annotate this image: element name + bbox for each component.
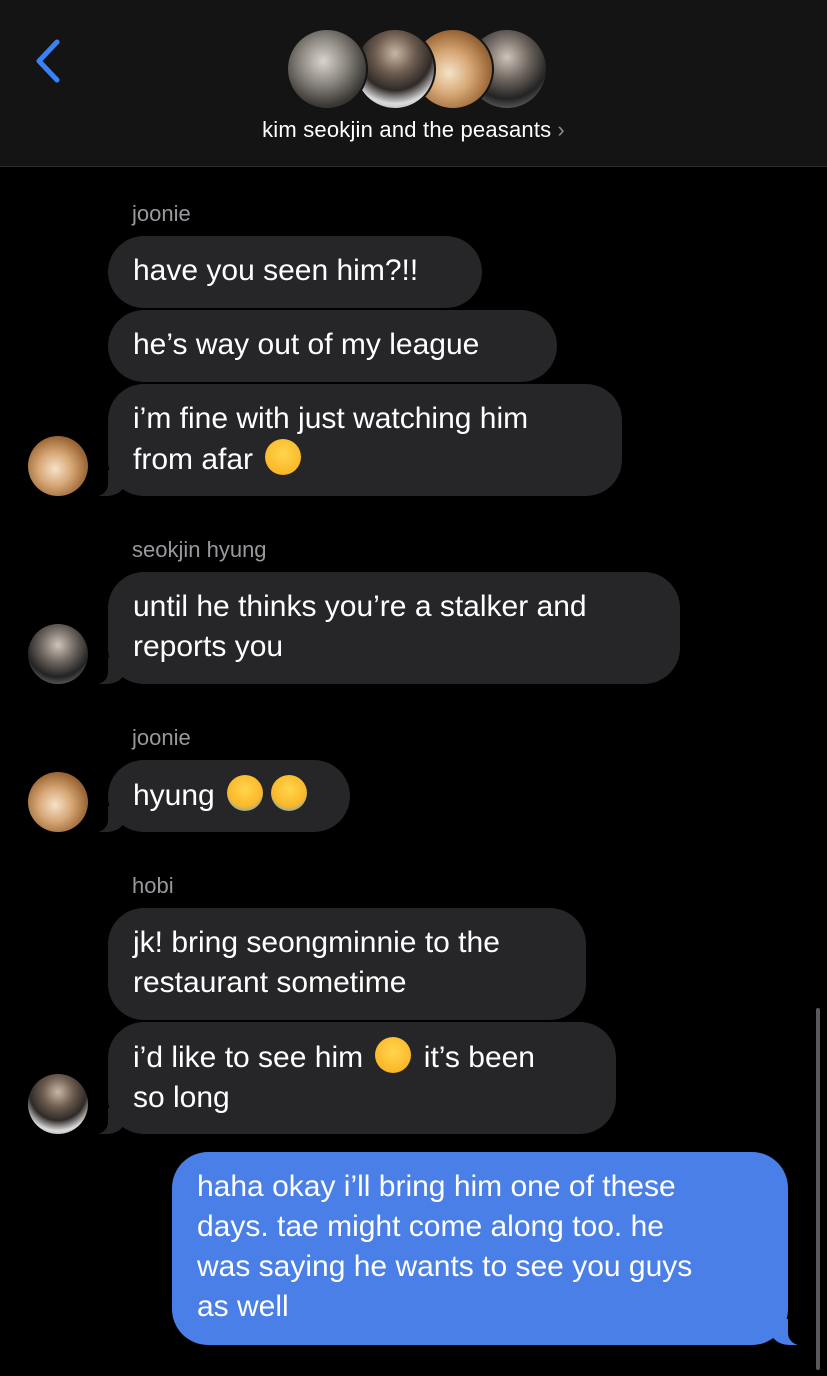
chevron-right-icon: › bbox=[557, 117, 565, 142]
message-text: he’s way out of my league bbox=[133, 328, 480, 361]
sender-name: seokjin hyung bbox=[132, 537, 267, 562]
message-text: was saying he wants to see you guys bbox=[197, 1250, 693, 1283]
message-bubble[interactable]: have you seen him?!! bbox=[108, 236, 482, 308]
scrollbar[interactable] bbox=[816, 1008, 820, 1370]
message-text: jk! bring seongminnie to the bbox=[133, 926, 500, 959]
message-text: as well bbox=[197, 1290, 289, 1323]
group-name-label: kim seokjin and the peasants bbox=[262, 117, 552, 142]
message-text: it’s been bbox=[423, 1041, 535, 1074]
message-text: have you seen him?!! bbox=[133, 254, 419, 287]
message-text: days. tae might come along too. he bbox=[197, 1210, 664, 1243]
message-text: so long bbox=[133, 1081, 230, 1114]
message-text: restaurant sometime bbox=[133, 966, 407, 999]
message-bubble[interactable]: until he thinks you’re a stalker and rep… bbox=[86, 572, 680, 684]
message-text: until he thinks you’re a stalker and bbox=[133, 590, 587, 623]
message-text: hyung bbox=[133, 779, 215, 812]
message-bubble[interactable]: i’m fine with just watching him from afa… bbox=[86, 384, 622, 496]
avatar[interactable] bbox=[28, 1074, 88, 1134]
loudly-crying-emoji-icon bbox=[271, 775, 308, 811]
message-text: haha okay i’ll bring him one of these bbox=[197, 1170, 676, 1203]
sender-name: joonie bbox=[132, 725, 191, 750]
group-avatars[interactable] bbox=[0, 28, 827, 110]
face-holding-back-tears-emoji-icon bbox=[375, 1037, 412, 1073]
avatar[interactable] bbox=[28, 436, 88, 496]
sender-name: joonie bbox=[132, 201, 191, 226]
message-text: reports you bbox=[133, 630, 284, 663]
steam-from-nose-emoji-icon bbox=[265, 439, 302, 475]
message-bubble[interactable]: hyung bbox=[86, 760, 350, 832]
message-bubble[interactable]: he’s way out of my league bbox=[108, 310, 557, 382]
avatar[interactable] bbox=[28, 624, 88, 684]
sender-name: hobi bbox=[132, 873, 174, 898]
avatar[interactable] bbox=[28, 772, 88, 832]
message-text: i’d like to see him bbox=[133, 1041, 364, 1074]
group-name[interactable]: kim seokjin and the peasants › bbox=[0, 117, 827, 143]
message-text: i’m fine with just watching him bbox=[133, 402, 529, 435]
conversation-header: kim seokjin and the peasants › bbox=[0, 0, 827, 167]
avatar bbox=[286, 28, 368, 110]
message-text: from afar bbox=[133, 443, 254, 476]
loudly-crying-emoji-icon bbox=[227, 775, 264, 811]
outgoing-message-bubble[interactable]: haha okay i’ll bring him one of these da… bbox=[172, 1152, 810, 1345]
message-bubble[interactable]: jk! bring seongminnie to the restaurant … bbox=[108, 908, 586, 1020]
message-bubble[interactable]: i’d like to see him it’s been so long bbox=[86, 1022, 616, 1134]
